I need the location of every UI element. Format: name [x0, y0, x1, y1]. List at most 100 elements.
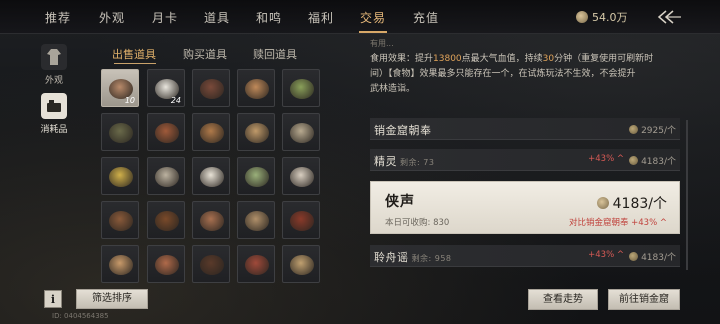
filter-sort-button[interactable]: 筛选排序	[76, 289, 148, 309]
description-line: 间）【食物】效果最多只能存在一个，在试炼玩法不生效，不会提升	[370, 69, 636, 79]
item-slot[interactable]	[237, 245, 275, 283]
rail-label: 消耗品	[40, 125, 68, 135]
food-item-icon	[109, 211, 133, 231]
selected-listing-compare: 对比销金窟朝奉 +43% ^	[568, 218, 667, 228]
tab-appearance[interactable]: 外观	[99, 9, 125, 26]
item-slot[interactable]	[147, 157, 185, 195]
item-slot[interactable]: 10	[101, 69, 139, 107]
scrollbar[interactable]	[686, 120, 688, 270]
food-item-icon	[155, 211, 179, 231]
item-slot[interactable]	[147, 113, 185, 151]
active-tab-indicator	[359, 31, 387, 33]
rail-label: 外观	[44, 76, 63, 86]
item-slot[interactable]	[192, 69, 230, 107]
description-line: 武林造诣。	[370, 84, 416, 94]
food-item-icon	[109, 123, 133, 143]
subtab-buy[interactable]: 购买道具	[183, 46, 227, 62]
food-item-icon	[155, 123, 179, 143]
item-slot[interactable]	[237, 157, 275, 195]
price-text: 4183/个	[641, 253, 676, 263]
tab-recharge[interactable]: 充值	[413, 9, 439, 26]
price-text: 4183/个	[612, 196, 667, 212]
goto-shop-button[interactable]: 前往销金窟	[608, 289, 680, 310]
listing-row[interactable]: 精灵 剩余: 73 +43% ^ 4183/个	[370, 149, 680, 171]
listing-name: 精灵	[374, 155, 397, 168]
rail-item-consumables[interactable]: 消耗品	[38, 93, 70, 135]
currency-amount: 54.0万	[592, 11, 628, 24]
coin-icon	[596, 197, 609, 209]
food-item-icon	[290, 211, 314, 231]
item-slot[interactable]	[192, 245, 230, 283]
food-item-icon	[290, 79, 314, 99]
subtab-indicator	[114, 63, 156, 64]
desc-value: 13800	[433, 54, 462, 64]
food-item-icon	[200, 211, 224, 231]
item-slot[interactable]	[282, 113, 320, 151]
desc-text: 食用效果：提升	[370, 54, 434, 64]
coin-icon	[629, 156, 639, 165]
selected-listing-limit: 本日可收购: 830	[385, 218, 450, 228]
selected-listing[interactable]: 侠声 本日可收购: 830 4183/个 对比销金窟朝奉 +43% ^	[370, 181, 680, 234]
selected-listing-price: 4183/个	[596, 193, 667, 213]
item-slot[interactable]	[237, 113, 275, 151]
consumable-icon	[41, 93, 67, 119]
food-item-icon	[155, 255, 179, 275]
listing-title: 精灵 剩余: 73	[374, 153, 434, 169]
food-item-icon	[245, 79, 269, 99]
tab-trade[interactable]: 交易	[360, 9, 386, 26]
player-id: ID: 0404564385	[52, 312, 109, 320]
item-slot[interactable]	[147, 245, 185, 283]
desc-value: 30	[542, 54, 555, 64]
listing-title: 销金窟朝奉	[374, 124, 432, 137]
desc-text: 分钟（重复使用可刷新时	[554, 54, 654, 64]
item-quantity: 24	[170, 96, 181, 105]
item-slot[interactable]	[101, 201, 139, 239]
listing-remaining: 剩余: 73	[400, 158, 435, 167]
item-slot[interactable]	[101, 113, 139, 151]
info-button[interactable]: i	[44, 290, 62, 308]
item-slot[interactable]	[282, 157, 320, 195]
food-item-icon	[245, 255, 269, 275]
coin-icon	[629, 252, 639, 261]
item-slot[interactable]	[237, 201, 275, 239]
item-slot[interactable]	[192, 113, 230, 151]
description-header: 有用...	[370, 39, 394, 48]
tab-welfare[interactable]: 福利	[308, 9, 334, 26]
currency-display: 54.0万	[576, 10, 628, 24]
costume-icon	[41, 44, 67, 70]
listing-price: 2925/个	[629, 123, 676, 136]
description-line: 食用效果：提升13800点最大气血值，持续30分钟（重复使用可刷新时	[370, 52, 680, 67]
listing-price: 4183/个	[629, 154, 676, 167]
subtab-sell[interactable]: 出售道具	[112, 46, 156, 62]
subtab-redeem[interactable]: 赎回道具	[253, 46, 297, 62]
item-slot[interactable]: 24	[147, 69, 185, 107]
food-item-icon	[200, 255, 224, 275]
item-slot[interactable]	[237, 69, 275, 107]
listing-name: 聆舟谣	[374, 251, 409, 264]
item-slot[interactable]	[282, 201, 320, 239]
food-item-icon	[200, 167, 224, 187]
item-description: 有用... 食用效果：提升13800点最大气血值，持续30分钟（重复使用可刷新时…	[370, 38, 680, 98]
food-item-icon	[290, 255, 314, 275]
item-slot[interactable]	[282, 69, 320, 107]
rail-item-appearance[interactable]: 外观	[38, 44, 70, 86]
food-item-icon	[109, 255, 133, 275]
item-slot[interactable]	[101, 245, 139, 283]
item-slot[interactable]	[101, 157, 139, 195]
tab-monthly-card[interactable]: 月卡	[152, 9, 178, 26]
item-slot[interactable]	[192, 201, 230, 239]
food-item-icon	[245, 211, 269, 231]
item-slot[interactable]	[192, 157, 230, 195]
food-item-icon	[290, 167, 314, 187]
item-slot[interactable]	[147, 201, 185, 239]
item-slot[interactable]	[282, 245, 320, 283]
food-item-icon	[109, 167, 133, 187]
listing-row[interactable]: 销金窟朝奉 2925/个	[370, 118, 680, 140]
tab-harmony[interactable]: 和鸣	[256, 9, 282, 26]
tab-items[interactable]: 道具	[204, 9, 230, 26]
tab-recommend[interactable]: 推荐	[45, 9, 71, 26]
view-trend-button[interactable]: 查看走势	[528, 289, 598, 310]
listing-row[interactable]: 聆舟谣 剩余: 958 +43% ^ 4183/个	[370, 245, 680, 267]
top-nav-bar: 推荐 外观 月卡 道具 和鸣 福利 交易 充值 54.0万	[0, 0, 720, 34]
back-icon[interactable]	[656, 9, 682, 25]
